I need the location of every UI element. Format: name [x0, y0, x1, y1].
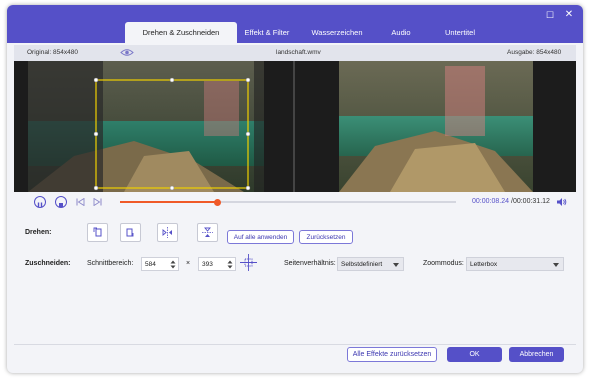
tab-effect-filter[interactable]: Effekt & Filter [237, 22, 297, 43]
rotate-right-button[interactable] [120, 223, 141, 242]
zoom-mode-select[interactable]: Letterbox [466, 257, 564, 271]
volume-icon[interactable] [556, 197, 567, 207]
center-crop-icon[interactable] [239, 253, 258, 272]
original-resolution: Original: 854x480 [27, 49, 78, 56]
height-stepper-icon[interactable] [227, 260, 233, 269]
times-symbol: × [186, 260, 191, 267]
close-button[interactable]: ✕ [564, 10, 574, 20]
total-time: /00:00:31.12 [511, 198, 550, 205]
progress-handle[interactable] [213, 198, 221, 206]
tab-watermark[interactable]: Wasserzeichen [297, 22, 377, 43]
title-bar: Drehen & Zuschneiden Effekt & Filter Was… [7, 5, 583, 43]
output-resolution: Ausgabe: 854x480 [507, 49, 562, 56]
output-preview [295, 61, 576, 192]
aspect-ratio-value: Selbstdefiniert [341, 260, 383, 268]
chevron-down-icon [553, 263, 559, 267]
zoom-mode-value: Letterbox [470, 260, 498, 268]
maximize-button[interactable]: ☐ [545, 10, 555, 20]
eye-icon[interactable] [120, 47, 134, 60]
crop-width-field[interactable]: 584 [141, 257, 179, 271]
preview-info-bar: Original: 854x480 landschaft.wmv Ausgabe… [14, 45, 576, 61]
file-name: landschaft.wmv [276, 49, 321, 56]
aspect-ratio-select[interactable]: Selbstdefiniert [337, 257, 404, 271]
tab-rotate-crop[interactable]: Drehen & Zuschneiden [125, 22, 237, 43]
rotate-left-icon [93, 227, 102, 237]
tab-audio[interactable]: Audio [377, 22, 425, 43]
reset-rotate-button[interactable]: Zurücksetzen [299, 230, 353, 244]
editor-window: Drehen & Zuschneiden Effekt & Filter Was… [7, 5, 583, 373]
next-frame-icon[interactable] [93, 198, 102, 206]
playback-controls: 00:00:08.24 /00:00:31.12 [14, 192, 576, 212]
crop-height-value: 393 [202, 260, 213, 268]
ok-button[interactable]: OK [447, 347, 502, 362]
pause-icon [37, 202, 43, 208]
width-stepper-icon[interactable] [170, 260, 176, 269]
current-time: 00:00:08.24 [472, 198, 509, 205]
rotate-right-icon [126, 228, 134, 237]
crop-width-value: 584 [145, 260, 156, 268]
cancel-button[interactable]: Abbrechen [509, 347, 564, 362]
original-preview[interactable] [14, 61, 293, 192]
tab-subtitle[interactable]: Untertitel [425, 22, 495, 43]
rotate-label: Drehen: [25, 229, 52, 236]
crop-height-field[interactable]: 393 [198, 257, 236, 271]
flip-horizontal-button[interactable] [157, 223, 178, 242]
progress-fill [120, 201, 218, 203]
rotate-left-button[interactable] [87, 223, 108, 242]
aspect-ratio-label: Seitenverhältnis: [284, 260, 336, 267]
flip-horizontal-icon [162, 227, 172, 238]
prev-frame-icon[interactable] [76, 198, 85, 206]
zoom-mode-label: Zoommodus: [423, 260, 464, 267]
chevron-down-icon [393, 263, 399, 267]
reset-all-effects-button[interactable]: Alle Effekte zurücksetzen [347, 347, 437, 362]
apply-all-button[interactable]: Auf alle anwenden [227, 230, 294, 244]
progress-track[interactable] [120, 198, 456, 206]
footer-divider [14, 344, 576, 345]
stop-button[interactable] [55, 196, 67, 208]
flip-vertical-icon [202, 227, 213, 237]
video-preview [14, 61, 576, 192]
pause-button[interactable] [34, 196, 46, 208]
flip-vertical-button[interactable] [197, 223, 218, 242]
stop-icon [59, 203, 63, 207]
crop-area-label: Schnittbereich: [87, 260, 134, 267]
crop-label: Zuschneiden: [25, 260, 71, 267]
